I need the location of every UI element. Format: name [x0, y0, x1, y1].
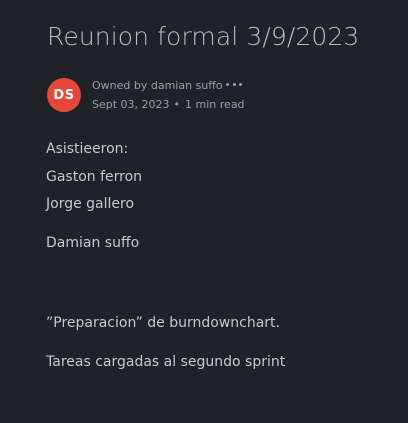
avatar-initials: DS	[53, 87, 75, 103]
owner-label: Owned by damian suffo	[92, 79, 223, 92]
read-time: 1 min read	[185, 98, 245, 111]
post-meta: Sept 03, 2023 • 1 min read	[92, 98, 245, 111]
body-line-burndown: ”Preparacion” de burndownchart.	[46, 315, 280, 331]
body-line-attendee-2: Jorge gallero	[46, 196, 135, 212]
more-options-icon[interactable]	[226, 77, 242, 91]
body-line-attendees-heading: Asistieeron:	[46, 141, 129, 157]
body-line-attendee-3: Damian suffo	[46, 235, 140, 251]
body-line-attendee-1: Gaston ferron	[46, 169, 143, 185]
body-line-sprint: Tareas cargadas al segundo sprint	[46, 354, 286, 370]
meta-separator: •	[173, 98, 181, 111]
avatar[interactable]: DS	[47, 78, 81, 112]
page-title: Reunion formal 3/9/2023	[47, 22, 360, 51]
post-date: Sept 03, 2023	[92, 98, 170, 111]
